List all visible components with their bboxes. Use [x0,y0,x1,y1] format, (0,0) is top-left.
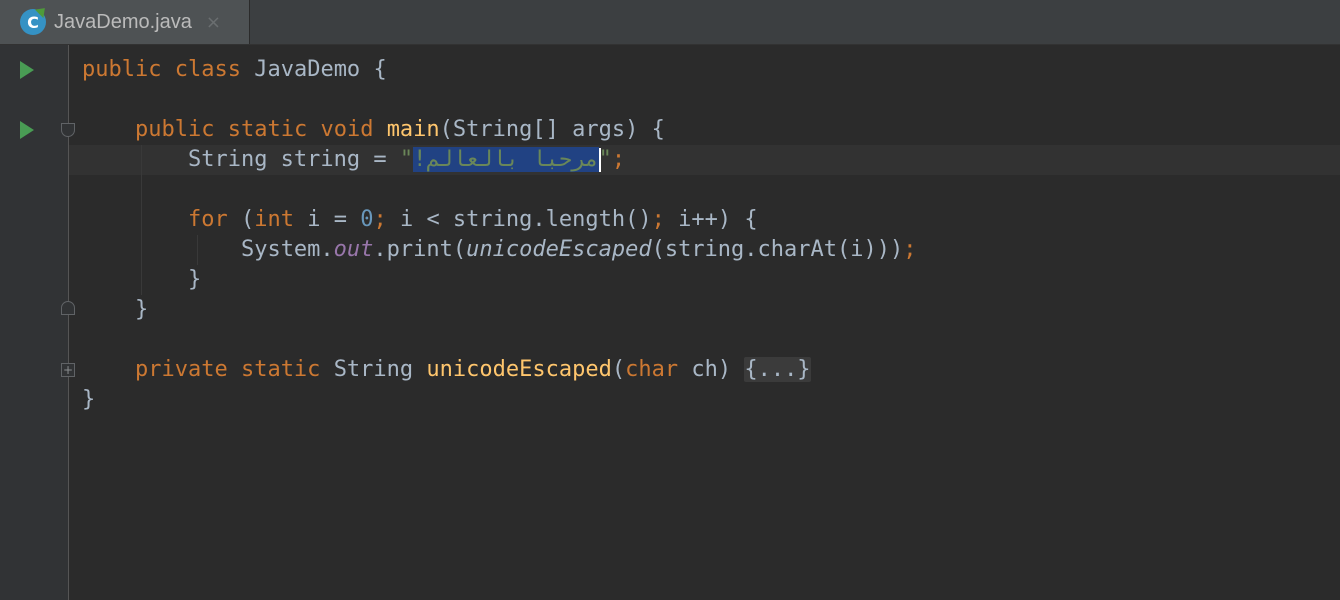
semicolon: ; [651,207,665,232]
code-line-6: for (int i = 0; i < string.length(); i++… [82,205,917,235]
keyword: private [134,357,228,382]
method-name: main [386,117,440,142]
semicolon: ; [903,237,917,262]
keyword: for [187,207,228,232]
call-args: (string.charAt(i))) [651,237,904,262]
code-line-7: System.out.print(unicodeEscaped(string.c… [82,235,917,265]
tab-javademo[interactable]: C JavaDemo.java × [0,0,250,44]
fold-collapse-icon[interactable] [61,123,75,137]
static-field: out [333,237,374,262]
folded-block[interactable]: {...} [744,357,811,382]
code-line-8: } [82,265,917,295]
param: ch) [678,357,745,382]
params: (String[] args) { [439,117,665,142]
semicolon: ; [611,147,626,172]
number-literal: 0 [360,207,374,232]
selected-text[interactable]: مرحبا بالعالم! [413,147,599,172]
brace: } [134,297,149,322]
paren: ( [227,207,255,232]
run-class-icon[interactable] [20,61,34,79]
editor-tab-bar: C JavaDemo.java × [0,0,1340,45]
keyword: class [174,57,241,82]
code-line-3: public static void main(String[] args) { [82,115,917,145]
fold-end-icon[interactable] [61,301,75,315]
brace: } [82,387,96,412]
var: i = [293,207,361,232]
declaration: String string = [187,147,400,172]
keyword: static [240,357,321,382]
brace: { [373,57,387,82]
type-name: String [333,357,414,382]
keyword: void [320,117,374,142]
code-line-9: } [82,295,917,325]
semicolon: ; [373,207,387,232]
keyword: static [227,117,308,142]
static-method-call: unicodeEscaped [466,237,652,262]
fold-expand-icon[interactable]: + [61,363,75,377]
code-line-4: String string = "مرحبا بالعالم!"; [82,145,917,175]
print-call: .print( [373,237,467,262]
run-main-icon[interactable] [20,121,34,139]
system-ref: System. [240,237,334,262]
string-quote: " [598,147,612,172]
keyword: int [254,207,294,232]
keyword: public [134,117,215,142]
keyword: char [625,357,679,382]
code-line-1: public class JavaDemo { [82,55,917,85]
string-quote: " [399,147,414,172]
tab-title: JavaDemo.java [54,10,192,33]
condition: i < string.length() [386,207,652,232]
paren: ( [611,357,626,382]
code-line-12: } [82,385,917,415]
code-line-11: private static String unicodeEscaped(cha… [82,355,917,385]
java-class-icon: C [20,9,46,35]
editor-gutter [0,45,68,600]
increment: i++) { [664,207,758,232]
keyword: public [82,57,162,82]
brace: } [187,267,202,292]
close-icon[interactable]: × [206,12,221,33]
method-name: unicodeEscaped [426,357,612,382]
class-name: JavaDemo [254,57,361,82]
code-editor[interactable]: public class JavaDemo { public static vo… [82,55,917,415]
